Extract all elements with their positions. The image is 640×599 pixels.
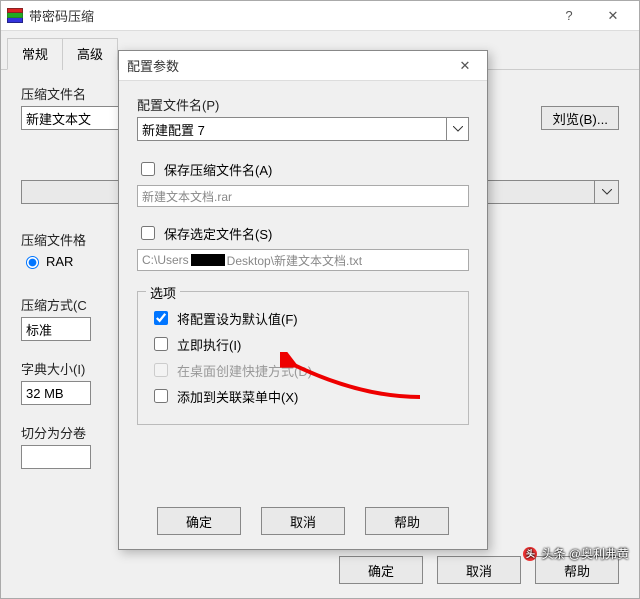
- config-dropdown-arrow[interactable]: [595, 180, 619, 204]
- format-rar-radio[interactable]: RAR: [21, 253, 73, 269]
- chevron-down-icon: [602, 189, 612, 195]
- watermark-icon: 头: [523, 547, 537, 561]
- modal-cancel-button[interactable]: 取消: [261, 507, 345, 535]
- options-legend: 选项: [146, 283, 180, 302]
- save-selected-label: 保存选定文件名(S): [164, 224, 272, 243]
- main-ok-button[interactable]: 确定: [339, 556, 423, 584]
- save-archive-name-field[interactable]: 新建文本文档.rar: [137, 185, 469, 207]
- opt-create-shortcut-label: 在桌面创建快捷方式(D): [177, 361, 312, 380]
- modal-button-row: 确定 取消 帮助: [119, 497, 487, 549]
- dict-select[interactable]: [21, 381, 91, 405]
- opt-create-shortcut-checkbox: [154, 363, 168, 377]
- window-title: 带密码压缩: [29, 6, 547, 25]
- tab-general[interactable]: 常规: [7, 38, 63, 70]
- modal-titlebar: 配置参数 ✕: [119, 51, 487, 81]
- save-archive-name-label: 保存压缩文件名(A): [164, 160, 272, 179]
- modal-help-button[interactable]: 帮助: [365, 507, 449, 535]
- opt-exec-now-checkbox[interactable]: [154, 337, 168, 351]
- profile-name-combo[interactable]: [137, 117, 447, 141]
- rar-radio-input[interactable]: [26, 256, 39, 269]
- titlebar: 带密码压缩 ? ✕: [1, 1, 639, 31]
- opt-exec-now-label: 立即执行(I): [177, 335, 241, 354]
- close-titlebar-button[interactable]: ✕: [591, 1, 635, 31]
- opt-set-default-checkbox[interactable]: [154, 311, 168, 325]
- split-input[interactable]: [21, 445, 91, 469]
- browse-button[interactable]: 刘览(B)...: [541, 106, 619, 130]
- opt-add-context-label: 添加到关联菜单中(X): [177, 387, 298, 406]
- profile-name-dropdown[interactable]: [447, 117, 469, 141]
- config-params-dialog: 配置参数 ✕ 配置文件名(P) 保存压缩文件名(A) 新建文本文档.rar: [118, 50, 488, 550]
- help-titlebar-button[interactable]: ?: [547, 1, 591, 31]
- save-selected-checkbox[interactable]: [141, 226, 155, 240]
- opt-add-context-checkbox[interactable]: [154, 389, 168, 403]
- save-selected-field[interactable]: C:\UsersDesktop\新建文本文档.txt: [137, 249, 469, 271]
- modal-close-button[interactable]: ✕: [451, 58, 479, 74]
- profile-name-label: 配置文件名(P): [137, 95, 469, 114]
- redacted-text: [191, 254, 225, 266]
- save-archive-name-checkbox[interactable]: [141, 162, 155, 176]
- method-select[interactable]: [21, 317, 91, 341]
- tab-advanced[interactable]: 高级: [62, 38, 118, 70]
- opt-set-default-label: 将配置设为默认值(F): [177, 309, 298, 328]
- app-icon: [7, 8, 23, 24]
- chevron-down-icon: [453, 126, 463, 132]
- modal-title: 配置参数: [127, 56, 451, 75]
- main-cancel-button[interactable]: 取消: [437, 556, 521, 584]
- watermark: 头 头条 @奥利弗黄: [523, 545, 629, 562]
- modal-ok-button[interactable]: 确定: [157, 507, 241, 535]
